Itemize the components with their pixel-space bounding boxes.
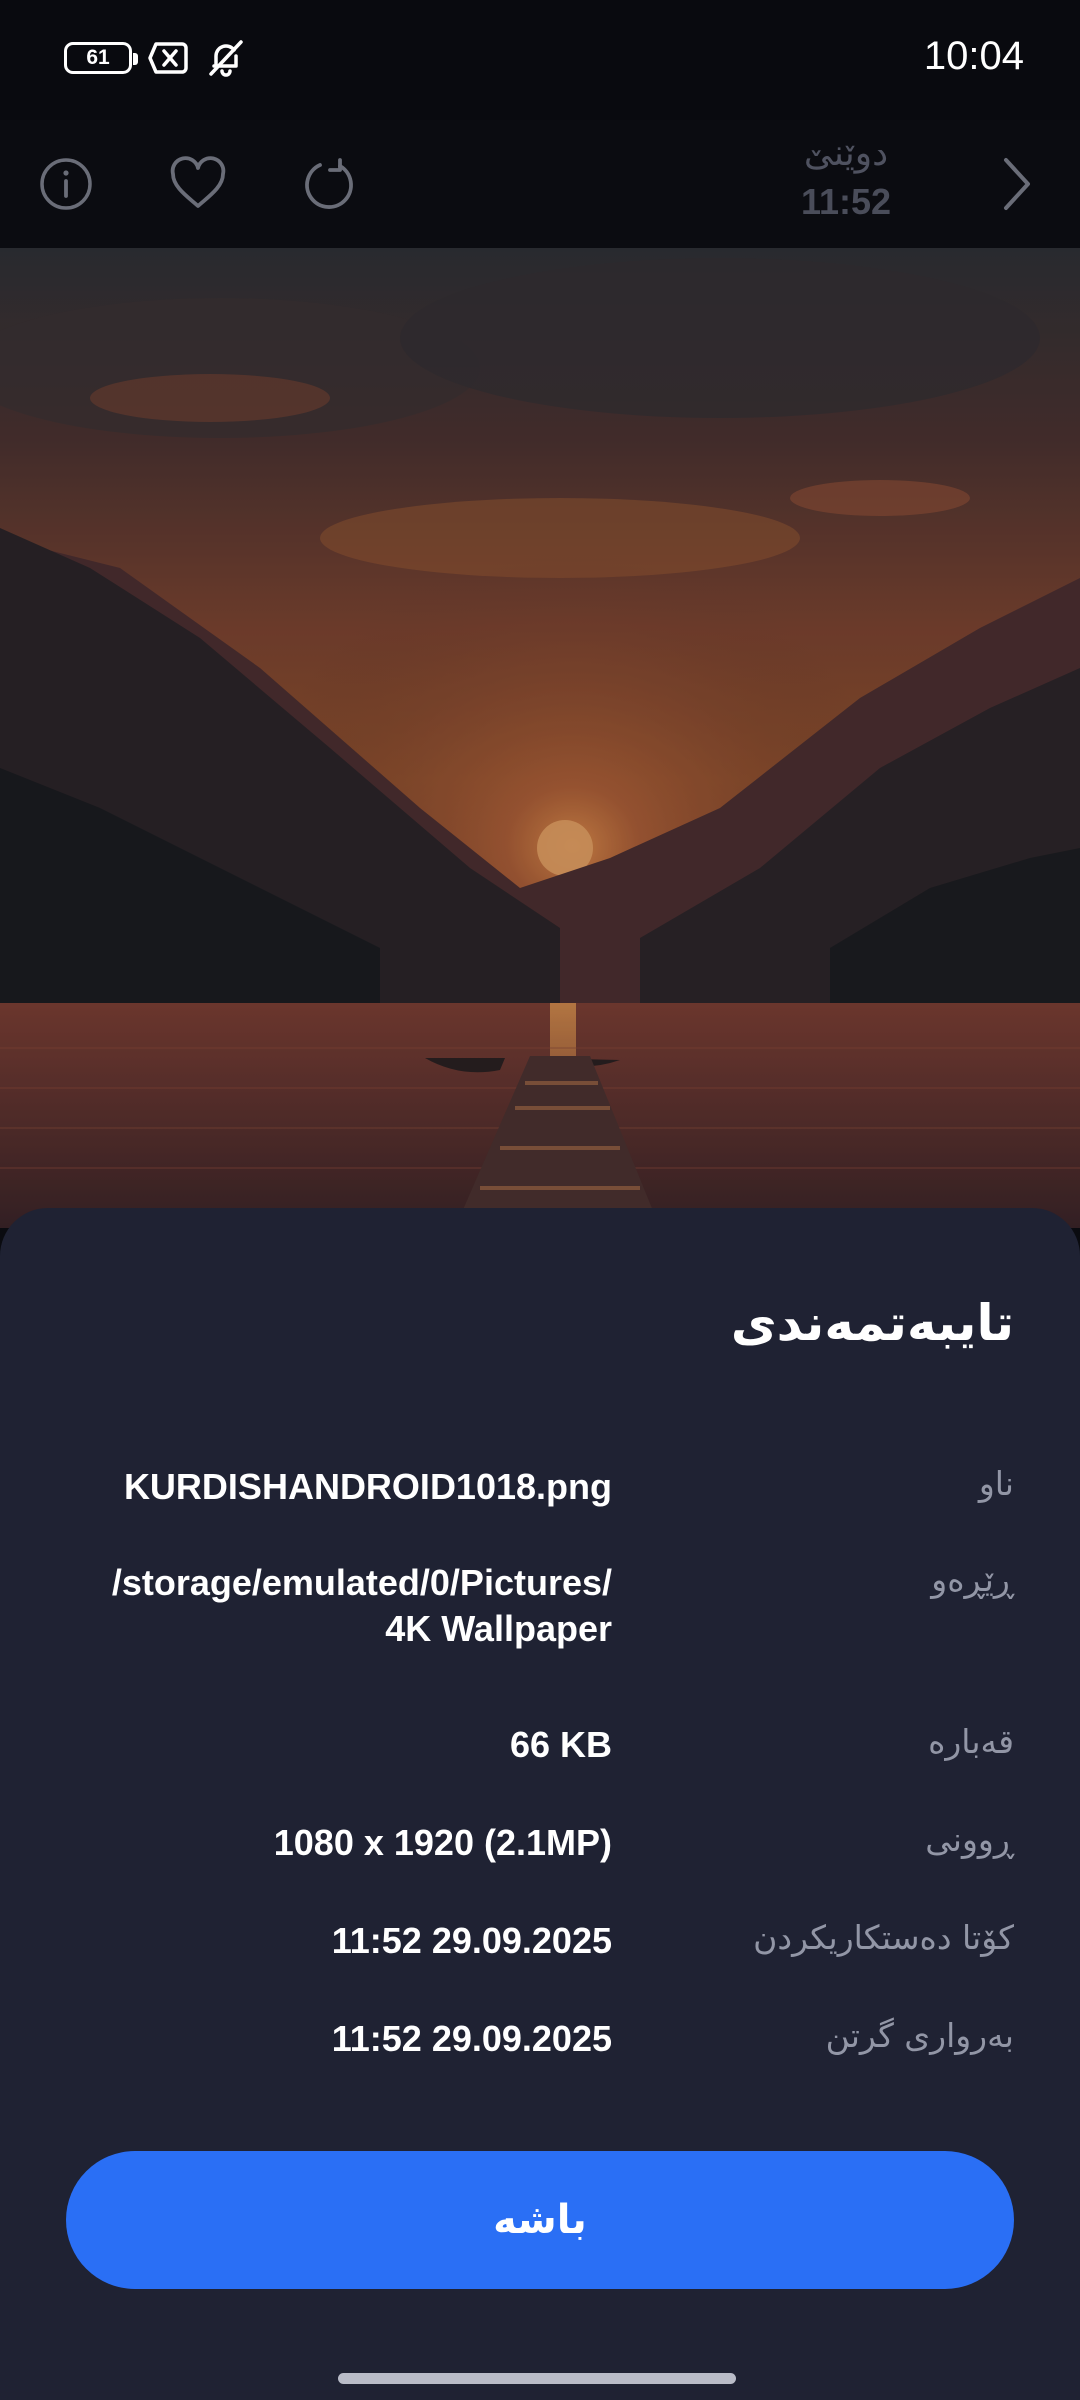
- home-indicator[interactable]: [338, 2373, 736, 2384]
- property-value: 11:52 29.09.2025: [331, 2018, 612, 2059]
- info-icon: [40, 158, 92, 210]
- ok-button[interactable]: باشە: [66, 2151, 1014, 2289]
- heart-icon: [170, 156, 226, 208]
- property-value-line: 4K Wallpaper: [385, 1608, 612, 1649]
- photo-preview[interactable]: [0, 248, 1080, 1228]
- property-label: ڕوونی: [925, 1820, 1014, 1859]
- property-label: کۆتا دەستکاریکردن: [753, 1918, 1014, 1957]
- property-value: KURDISHANDROID1018.png: [123, 1466, 612, 1507]
- battery-level: 61: [86, 46, 110, 69]
- photo-date: دوێنێ 11:52: [776, 128, 916, 224]
- status-bar: 61 10:04: [0, 0, 1080, 120]
- property-value: /storage/emulated/0/Pictures/ 4K Wallpap…: [52, 1560, 612, 1652]
- property-label: بەرواری گرتن: [825, 2016, 1014, 2055]
- status-clock: 10:04: [923, 34, 1024, 78]
- property-value-line: /storage/emulated/0/Pictures/: [111, 1562, 612, 1603]
- property-label: قەبارە: [928, 1722, 1014, 1761]
- photo-date-time: 11:52: [800, 181, 892, 222]
- property-label: ناو: [978, 1464, 1014, 1503]
- info-button[interactable]: [18, 136, 114, 232]
- rotate-icon: [305, 158, 353, 209]
- photo-date-day: دوێنێ: [803, 133, 889, 174]
- battery-icon: 61: [64, 42, 138, 74]
- bell-off-icon: [206, 38, 246, 78]
- properties-sheet: تایبەتمەندی ناو KURDISHANDROID1018.png ڕ…: [0, 1208, 1080, 2400]
- chevron-right-icon: [1004, 158, 1030, 210]
- sheet-title: تایبەتمەندی: [730, 1294, 1014, 1352]
- status-icons: 61: [64, 38, 246, 78]
- viewer-toolbar: دوێنێ 11:52: [0, 120, 1080, 248]
- property-value: 66 KB: [509, 1724, 612, 1765]
- screen: 61 10:04 دوێنێ 11:52 تایبەتمەندی ناو KUR…: [0, 0, 1080, 2400]
- favorite-button[interactable]: [150, 136, 246, 232]
- property-value: 11:52 29.09.2025: [331, 1920, 612, 1961]
- rotate-button[interactable]: [282, 136, 378, 232]
- next-button[interactable]: [968, 136, 1064, 232]
- sunset-lake-image: [0, 248, 1080, 1228]
- property-value: 1080 x 1920 (2.1MP): [273, 1822, 612, 1863]
- no-sim-icon: [148, 40, 190, 76]
- property-label: ڕێڕەو: [931, 1560, 1014, 1599]
